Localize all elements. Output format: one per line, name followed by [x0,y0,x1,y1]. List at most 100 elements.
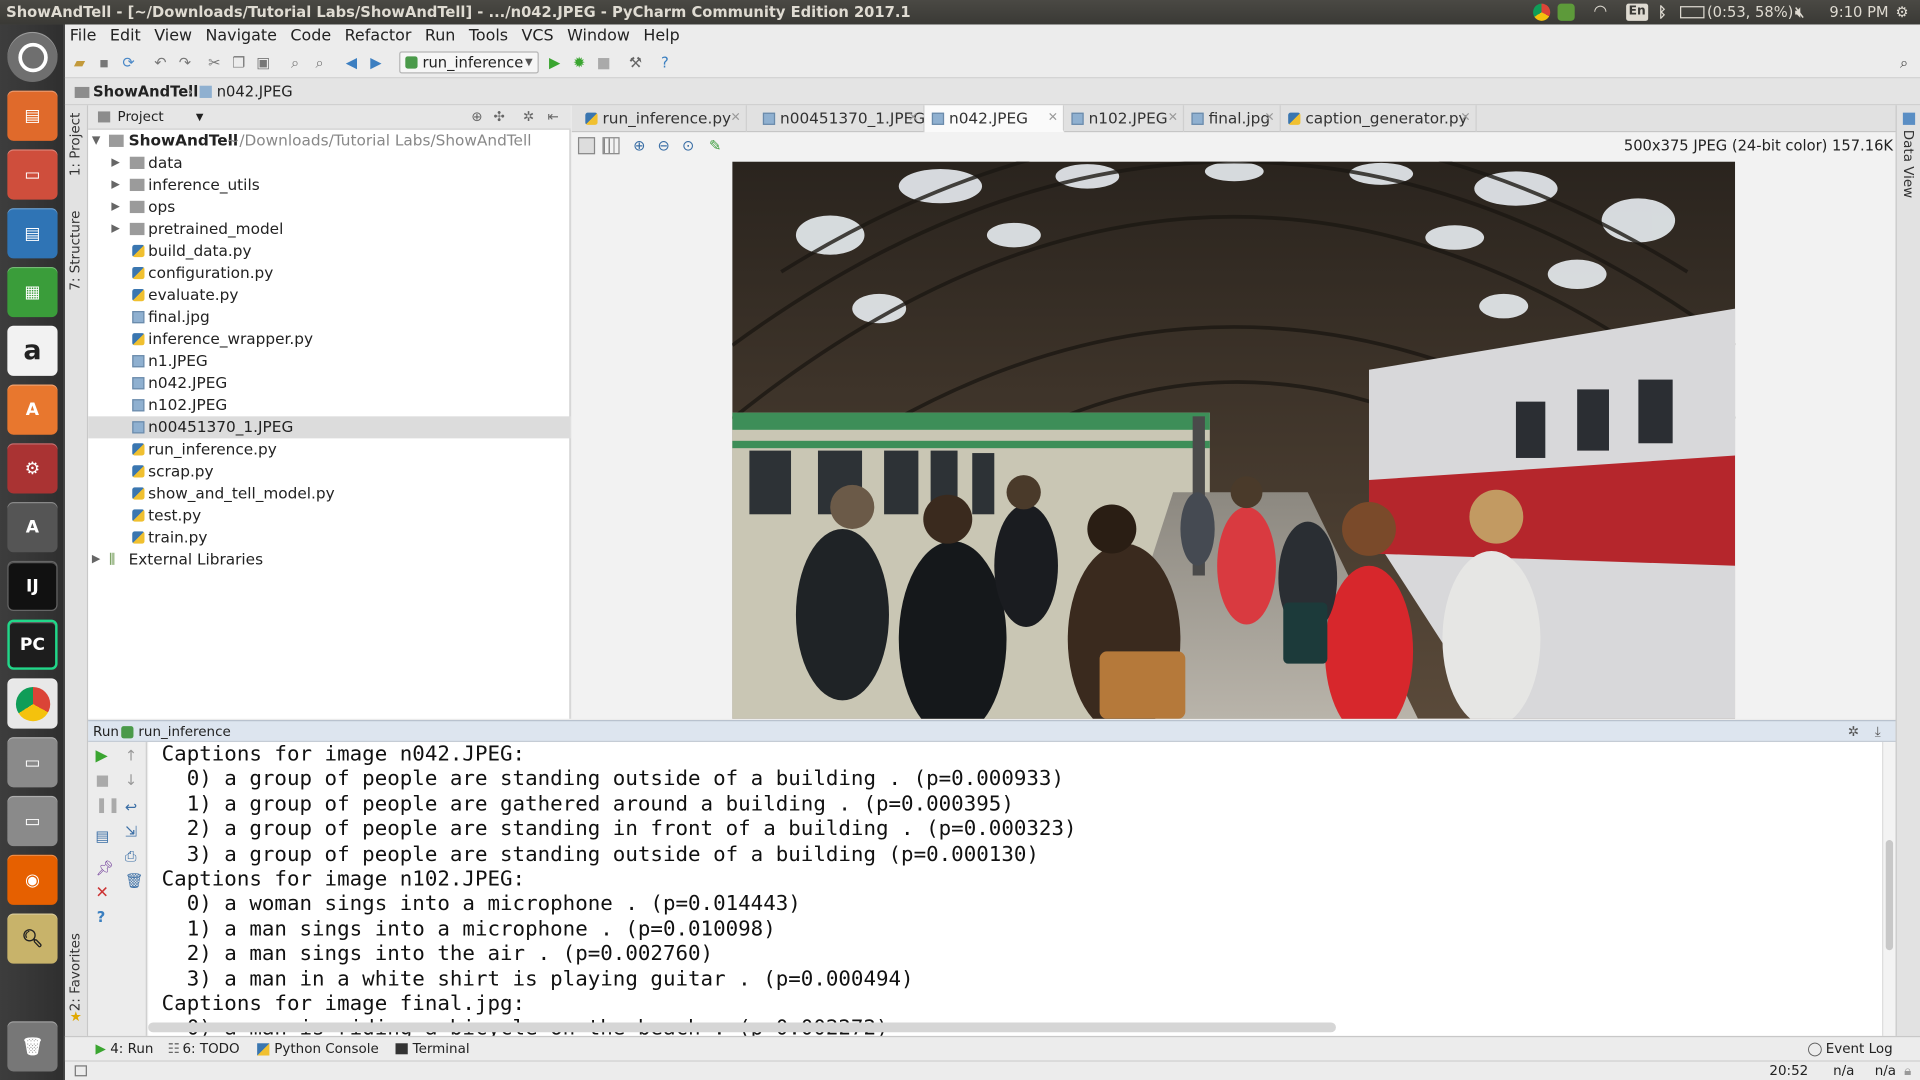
debug-icon[interactable]: ✹ [571,54,588,71]
intellij-icon[interactable]: IJ [7,560,58,612]
zoom-in-icon[interactable]: ⊕ [633,132,645,159]
terminal-tool-tab[interactable]: Terminal [413,1037,470,1060]
panel-settings-icon[interactable]: ✲ [523,105,534,129]
data-view-tool-tab[interactable]: Data View [1900,130,1916,198]
tree-folder[interactable]: ▶ inference_utils [88,174,570,196]
breadcrumb-file[interactable]: n042.JPEG [217,78,293,105]
tree-file[interactable]: final.jpg [88,306,570,328]
editor-tab[interactable]: n042.JPEG ✕ [924,105,1065,133]
project-view-select[interactable]: Project [118,105,164,129]
close-tab-icon[interactable]: ✕ [1460,105,1470,132]
color-picker-icon[interactable]: ✎ [709,132,721,159]
ubuntu-dash-icon[interactable] [7,31,58,83]
external-libraries[interactable]: ▶ ⫼ External Libraries [88,549,570,571]
favorites-tool-tab[interactable]: 2: Favorites [67,933,83,1011]
help-icon[interactable]: ? [97,909,106,926]
tree-file[interactable]: test.py [88,504,570,526]
editor-tab[interactable]: final.jpg ✕ [1184,105,1281,133]
python-console-tool-tab[interactable]: Python Console [274,1037,378,1060]
tree-file[interactable]: scrap.py [88,460,570,482]
run-tool-tab[interactable]: 4: Run [110,1037,153,1060]
copy-icon[interactable]: ❐ [230,54,247,71]
tree-file[interactable]: n1.JPEG [88,350,570,372]
tree-root[interactable]: ▼ ShowAndTell ~/Downloads/Tutorial Labs/… [88,130,570,152]
scroll-up-icon[interactable]: ↑ [125,747,137,764]
firefox-icon[interactable]: ◉ [7,854,58,905]
disk-icon[interactable]: ▭ [7,737,58,788]
tree-file[interactable]: n042.JPEG [88,372,570,394]
chrome-tray-icon[interactable] [1533,3,1551,21]
keyboard-indicator[interactable]: En [1626,3,1649,21]
collapse-icon[interactable]: ✣ [493,105,504,129]
undo-icon[interactable]: ↶ [152,54,169,71]
updater-icon[interactable]: A [7,502,58,553]
software-center-icon[interactable]: A [7,384,58,435]
menu-help[interactable]: Help [643,27,679,45]
run-console[interactable]: Captions for image n042.JPEG: 0) a group… [148,742,1896,1036]
menu-refactor[interactable]: Refactor [345,27,412,45]
tool-windows-icon[interactable] [74,1065,87,1077]
presentation-app-icon[interactable]: ▤ [7,90,58,141]
scrollbar-thumb[interactable] [1885,840,1894,951]
replace-icon[interactable]: ⌕ [311,54,328,71]
back-icon[interactable]: ◀ [343,54,360,71]
search-everywhere-icon[interactable]: ⌕ [1896,54,1913,71]
editor-tab[interactable]: run_inference.py ✕ [578,105,747,133]
bluetooth-icon[interactable]: ᛒ [1658,0,1667,24]
soft-wrap-icon[interactable]: ↩ [125,798,137,815]
editor-tab[interactable]: caption_generator.py ✕ [1281,105,1477,133]
stop-icon[interactable]: ■ [96,771,110,788]
wifi-icon[interactable]: ◠ [1594,0,1606,24]
panel-settings-icon[interactable]: ✲ [1848,721,1859,742]
file-encoding[interactable]: n/a [1875,1062,1896,1080]
calc-icon[interactable]: ▦ [7,266,58,318]
hide-panel-icon[interactable]: ⤓ [1875,721,1881,742]
tree-folder[interactable]: ▶ data [88,152,570,174]
run-config-select[interactable]: run_inference ▼ [399,51,539,74]
cut-icon[interactable]: ✂ [206,54,223,71]
todo-tool-tab[interactable]: 6: TODO [182,1037,239,1060]
forward-icon[interactable]: ▶ [367,54,384,71]
menu-edit[interactable]: Edit [110,27,141,45]
close-tab-icon[interactable]: ✕ [731,105,741,132]
menu-view[interactable]: View [154,27,192,45]
caret-position[interactable]: 20:52 [1769,1062,1808,1080]
open-icon[interactable]: ▰ [71,54,88,71]
stop-icon[interactable]: ■ [595,54,612,71]
run-panel-config[interactable]: run_inference [138,721,230,742]
menu-file[interactable]: File [70,27,97,45]
find-icon[interactable]: ⌕ [287,54,304,71]
print-icon[interactable]: ⎙ [125,847,137,865]
horizontal-scrollbar[interactable] [148,1022,1336,1033]
scroll-down-icon[interactable]: ↓ [125,771,137,788]
chrome-icon[interactable] [7,678,58,729]
save-icon[interactable]: ▪ [96,54,113,71]
menu-code[interactable]: Code [290,27,331,45]
restore-layout-icon[interactable]: ▤ [96,828,110,845]
battery-icon[interactable] [1680,6,1705,19]
console-scrollbar[interactable] [1882,742,1896,1036]
volume-icon[interactable]: 🔇︎ [1795,0,1804,24]
sync-icon[interactable]: ⟳ [120,54,137,71]
paste-icon[interactable]: ▣ [255,54,272,71]
menu-window[interactable]: Window [567,27,630,45]
close-tab-icon[interactable]: ✕ [1048,105,1058,132]
menu-run[interactable]: Run [425,27,456,45]
project-structure-icon[interactable]: ⚒ [627,54,644,71]
tree-file[interactable]: train.py [88,527,570,549]
tree-file[interactable]: inference_wrapper.py [88,328,570,350]
fit-to-window-icon[interactable] [577,137,596,155]
rerun-icon[interactable]: ▶ [96,747,108,765]
hide-panel-icon[interactable]: ⇤ [547,105,558,129]
close-tab-icon[interactable]: ✕ [1264,105,1274,132]
event-log-tool-tab[interactable]: Event Log [1826,1037,1893,1060]
tree-file[interactable]: evaluate.py [88,284,570,306]
breadcrumb-project[interactable]: ShowAndTell [93,78,198,105]
tree-file[interactable]: show_and_tell_model.py [88,482,570,504]
editor-tab[interactable]: n102.JPEG ✕ [1064,105,1185,133]
actual-size-icon[interactable]: ⊙ [682,132,694,159]
pycharm-icon[interactable]: PC [7,619,58,670]
tree-folder[interactable]: ▶ pretrained_model [88,218,570,240]
tree-file[interactable]: run_inference.py [88,438,570,460]
trash-icon[interactable]: 🗑︎ [7,1021,58,1072]
